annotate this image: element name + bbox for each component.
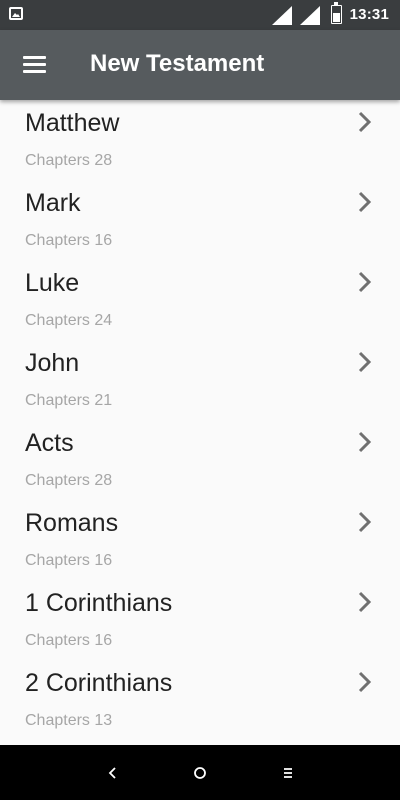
chapter-count: Chapters 16 <box>25 552 113 569</box>
book-name: Matthew <box>25 109 120 137</box>
book-name: 2 Corinthians <box>25 669 173 697</box>
list-item-john[interactable]: John Chapters 21 <box>0 340 400 420</box>
book-name: Romans <box>25 509 119 537</box>
menu-icon[interactable] <box>279 764 297 782</box>
book-name: 1 Corinthians <box>25 589 173 617</box>
app-bar: New Testament <box>0 30 400 100</box>
chevron-right-icon <box>358 271 372 293</box>
list-item-luke[interactable]: Luke Chapters 24 <box>0 260 400 340</box>
signal-strength-icon-2 <box>300 6 320 25</box>
battery-icon <box>331 2 342 24</box>
list-item-acts[interactable]: Acts Chapters 28 <box>0 420 400 500</box>
chevron-right-icon <box>358 431 372 453</box>
book-name: Acts <box>25 429 74 457</box>
list-item-matthew[interactable]: Matthew Chapters 28 <box>0 100 400 180</box>
chevron-right-icon <box>358 591 372 613</box>
list-item-1-corinthians[interactable]: 1 Corinthians Chapters 16 <box>0 580 400 660</box>
back-icon[interactable] <box>104 764 122 782</box>
home-icon[interactable] <box>191 764 209 782</box>
book-name: Mark <box>25 189 81 217</box>
chevron-right-icon <box>358 351 372 373</box>
hamburger-menu-icon[interactable] <box>22 53 48 75</box>
chevron-right-icon <box>358 111 372 133</box>
list-item-romans[interactable]: Romans Chapters 16 <box>0 500 400 580</box>
page-title: New Testament <box>90 50 265 77</box>
list-item-mark[interactable]: Mark Chapters 16 <box>0 180 400 260</box>
chevron-right-icon <box>358 511 372 533</box>
status-bar: 13:31 <box>0 0 400 30</box>
book-name: John <box>25 349 80 377</box>
status-time: 13:31 <box>349 6 389 23</box>
chapter-count: Chapters 28 <box>25 152 113 169</box>
book-name: Luke <box>25 269 80 297</box>
system-navigation-bar <box>0 745 400 800</box>
list-item-2-corinthians[interactable]: 2 Corinthians Chapters 13 <box>0 660 400 740</box>
chapter-count: Chapters 24 <box>25 312 113 329</box>
chapter-count: Chapters 16 <box>25 232 113 249</box>
chevron-right-icon <box>358 671 372 693</box>
chapter-count: Chapters 13 <box>25 712 113 729</box>
signal-strength-icon <box>272 6 292 25</box>
chapter-count: Chapters 16 <box>25 632 113 649</box>
gallery-notification-icon <box>9 7 23 20</box>
chevron-right-icon <box>358 191 372 213</box>
chapter-count: Chapters 21 <box>25 392 113 409</box>
book-list[interactable]: Matthew Chapters 28 Mark Chapters 16 Luk… <box>0 100 400 745</box>
chapter-count: Chapters 28 <box>25 472 113 489</box>
